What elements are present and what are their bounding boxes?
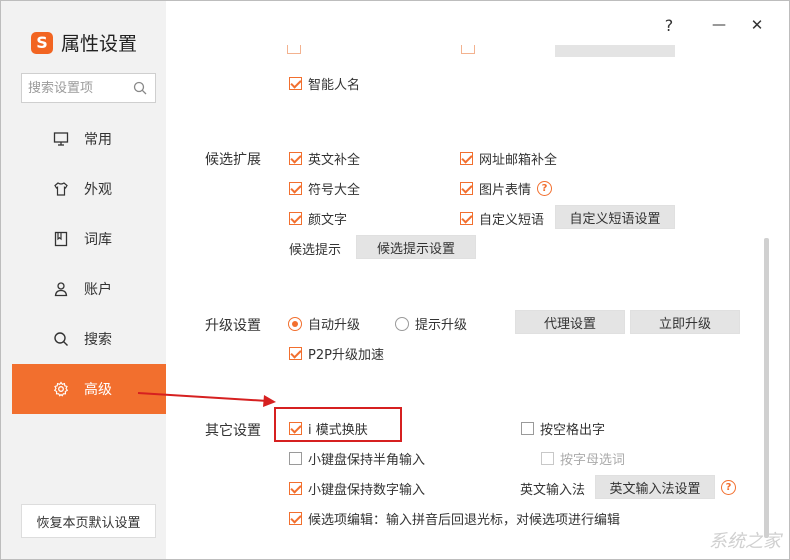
settings-window: S 属性设置 常用 外观: [0, 0, 790, 560]
checkbox[interactable]: [541, 452, 554, 465]
section-other: 其它设置: [205, 423, 261, 439]
sidebar-item-label: 词库: [84, 232, 112, 248]
english-ime-settings-button[interactable]: 英文输入法设置: [595, 475, 715, 499]
watermark: 系统之家: [709, 531, 781, 552]
custom-phrases-option[interactable]: 自定义短语: [460, 209, 544, 228]
checkbox[interactable]: [460, 152, 473, 165]
clipped-button: [555, 45, 675, 57]
sidebar-item-label: 账户: [84, 282, 112, 298]
search-icon: [52, 330, 70, 348]
sidebar-item-label: 搜索: [84, 332, 112, 348]
search-icon[interactable]: [133, 81, 147, 95]
candidate-hint-settings-button[interactable]: 候选提示设置: [356, 235, 476, 259]
highlight-box: [274, 407, 402, 442]
checkbox[interactable]: [289, 347, 302, 360]
candidate-hint-label: 候选提示: [289, 243, 342, 258]
checkbox[interactable]: [289, 482, 302, 495]
option-label: 小键盘保持数字输入: [308, 483, 426, 498]
scrollbar[interactable]: [764, 238, 769, 538]
option-label: 按空格出字: [540, 423, 606, 438]
emoji-pics-option[interactable]: 图片表情 ?: [460, 179, 553, 198]
option-label: 网址邮箱补全: [479, 153, 558, 168]
option-label: 小键盘保持半角输入: [308, 453, 426, 468]
checkbox[interactable]: [289, 77, 302, 90]
option-label: 符号大全: [308, 183, 361, 198]
option-label: 图片表情: [479, 183, 532, 198]
sidebar-nav: 常用 外观 词库 账户 搜索 高级: [12, 114, 166, 414]
checkbox[interactable]: [460, 182, 473, 195]
option-label: P2P升级加速: [308, 348, 384, 363]
option-label: 按字母选词: [560, 453, 626, 468]
close-button[interactable]: ✕: [747, 15, 767, 35]
search-box: [21, 73, 156, 103]
app-title: 属性设置: [61, 33, 138, 55]
sidebar-item-search[interactable]: 搜索: [12, 314, 166, 364]
option-label: 英文补全: [308, 153, 361, 168]
url-email-option[interactable]: 网址邮箱补全: [460, 149, 557, 168]
sidebar-item-label: 高级: [84, 382, 112, 398]
monitor-icon: [52, 130, 70, 148]
checkbox[interactable]: [521, 422, 534, 435]
shirt-icon: [52, 180, 70, 198]
sidebar: S 属性设置 常用 外观: [1, 1, 166, 559]
section-candidate-ext: 候选扩展: [205, 152, 261, 168]
help-icon[interactable]: ?: [721, 480, 736, 495]
checkbox[interactable]: [289, 512, 302, 525]
upgrade-now-button[interactable]: 立即升级: [630, 310, 740, 334]
app-header: S 属性设置: [31, 29, 137, 56]
clipped-checkbox: [287, 45, 301, 54]
proxy-settings-button[interactable]: 代理设置: [515, 310, 625, 334]
user-icon: [52, 280, 70, 298]
option-label: 自定义短语: [479, 213, 545, 228]
sidebar-item-account[interactable]: 账户: [12, 264, 166, 314]
keypad-half-width-option[interactable]: 小键盘保持半角输入: [289, 449, 425, 468]
checkbox[interactable]: [289, 152, 302, 165]
sidebar-item-appearance[interactable]: 外观: [12, 164, 166, 214]
option-label: 候选项编辑：输入拼音后回退光标，对候选项进行编辑: [308, 513, 621, 528]
english-complete-option[interactable]: 英文补全: [289, 149, 360, 168]
space-output-option[interactable]: 按空格出字: [521, 419, 605, 438]
clipped-checkbox: [461, 45, 475, 54]
checkbox[interactable]: [460, 212, 473, 225]
english-ime-label: 英文输入法: [520, 483, 586, 498]
checkbox[interactable]: [289, 212, 302, 225]
symbols-option[interactable]: 符号大全: [289, 179, 360, 198]
option-label: 颜文字: [308, 213, 348, 228]
sogou-logo: S: [31, 31, 53, 54]
auto-upgrade-radio[interactable]: 自动升级: [288, 314, 360, 333]
sidebar-item-label: 常用: [84, 132, 112, 148]
sidebar-item-common[interactable]: 常用: [12, 114, 166, 164]
candidate-edit-option[interactable]: 候选项编辑：输入拼音后回退光标，对候选项进行编辑: [289, 509, 620, 528]
option-label: 智能人名: [308, 78, 361, 93]
annotation-arrow: [137, 392, 276, 407]
help-icon[interactable]: ?: [537, 181, 553, 196]
smart-name-option[interactable]: 智能人名: [289, 74, 360, 93]
radio[interactable]: [395, 316, 409, 331]
option-label: 自动升级: [308, 318, 361, 333]
help-button[interactable]: ?: [659, 15, 679, 35]
custom-phrases-settings-button[interactable]: 自定义短语设置: [555, 205, 675, 229]
search-input[interactable]: [22, 74, 122, 102]
gear-icon: [52, 380, 70, 398]
prompt-upgrade-radio[interactable]: 提示升级: [395, 314, 467, 333]
option-label: 提示升级: [415, 318, 468, 333]
keypad-digit-option[interactable]: 小键盘保持数字输入: [289, 479, 425, 498]
letter-select-option[interactable]: 按字母选词: [541, 449, 625, 468]
section-upgrade: 升级设置: [205, 318, 261, 334]
reset-defaults-button[interactable]: 恢复本页默认设置: [21, 504, 156, 538]
clipped-row: [287, 45, 677, 61]
checkbox[interactable]: [289, 452, 302, 465]
kaomoji-option[interactable]: 颜文字: [289, 209, 347, 228]
sidebar-item-label: 外观: [84, 182, 112, 198]
radio[interactable]: [288, 316, 302, 331]
minimize-button[interactable]: —: [709, 15, 729, 35]
dictionary-icon: [52, 230, 70, 248]
p2p-upgrade-option[interactable]: P2P升级加速: [289, 344, 384, 363]
checkbox[interactable]: [289, 182, 302, 195]
sidebar-item-dictionary[interactable]: 词库: [12, 214, 166, 264]
